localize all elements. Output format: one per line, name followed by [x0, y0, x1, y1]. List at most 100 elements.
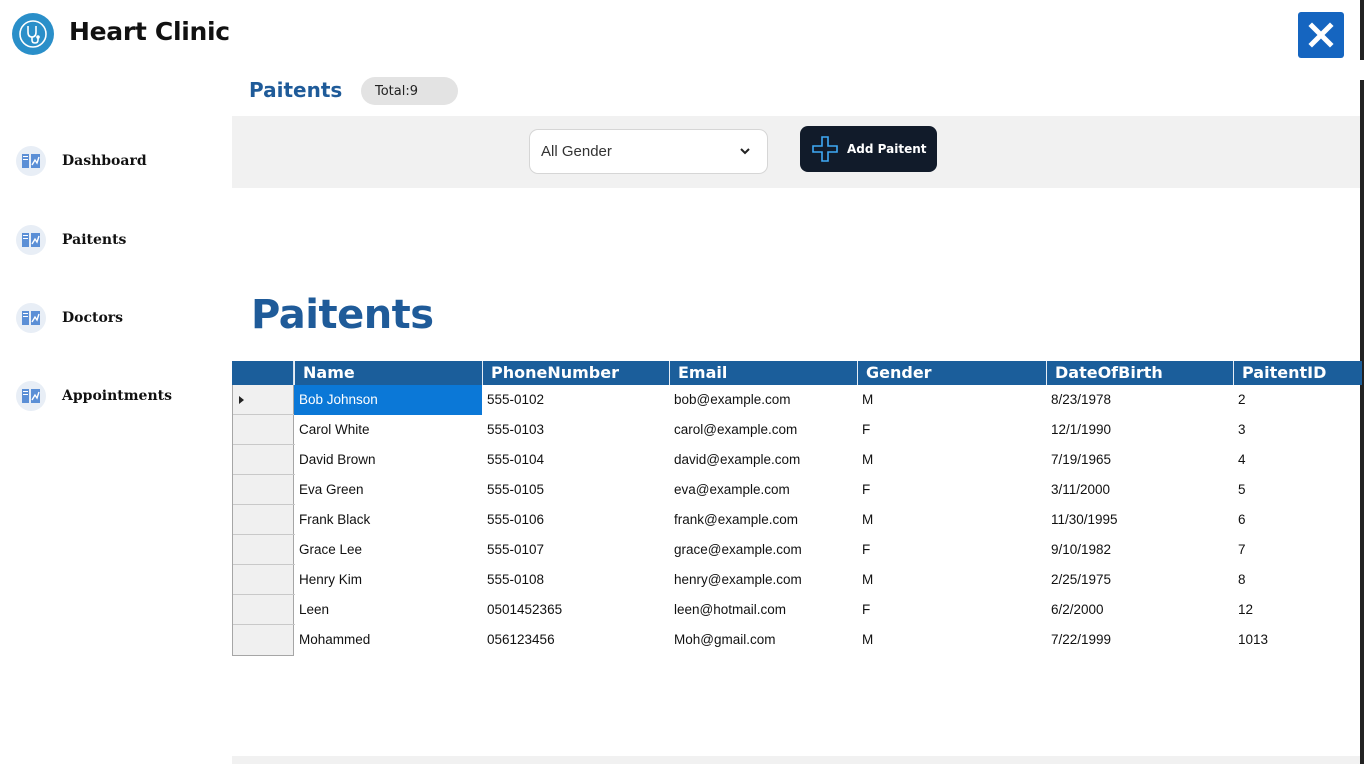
close-button[interactable] — [1298, 12, 1344, 58]
row-header[interactable] — [233, 535, 295, 565]
cell-dob[interactable]: 3/11/2000 — [1046, 475, 1233, 505]
sidebar-item-appointments[interactable]: Appointments — [16, 381, 172, 411]
cell-phone[interactable]: 056123456 — [482, 625, 669, 655]
row-header[interactable] — [233, 595, 295, 625]
cell-id[interactable]: 1013 — [1233, 625, 1362, 655]
app-logo — [12, 13, 54, 55]
cell-id[interactable]: 4 — [1233, 445, 1362, 475]
cell-phone[interactable]: 555-0108 — [482, 565, 669, 595]
cell-dob[interactable]: 11/30/1995 — [1046, 505, 1233, 535]
report-icon — [16, 225, 46, 255]
bottom-bar — [232, 756, 1360, 764]
row-header[interactable] — [233, 625, 295, 655]
cell-email[interactable]: Moh@gmail.com — [669, 625, 857, 655]
cell-phone[interactable]: 555-0102 — [482, 385, 669, 415]
gender-filter-select[interactable]: All Gender — [529, 129, 768, 174]
cell-name[interactable]: Mohammed — [294, 625, 482, 655]
column-header-phonenumber[interactable]: PhoneNumber — [482, 361, 669, 385]
cell-name[interactable]: Henry Kim — [294, 565, 482, 595]
cell-name[interactable]: Leen — [294, 595, 482, 625]
table-row[interactable]: Frank Black 555-0106 frank@example.com M… — [294, 505, 1362, 535]
cell-gender[interactable]: F — [857, 475, 1046, 505]
cell-phone[interactable]: 555-0104 — [482, 445, 669, 475]
row-header[interactable] — [233, 415, 295, 445]
table-row[interactable]: Bob Johnson 555-0102 bob@example.com M 8… — [294, 385, 1362, 415]
cell-email[interactable]: carol@example.com — [669, 415, 857, 445]
cell-gender[interactable]: M — [857, 625, 1046, 655]
row-header[interactable] — [233, 385, 295, 415]
sidebar-item-dashboard[interactable]: Dashboard — [16, 146, 147, 176]
cell-dob[interactable]: 7/19/1965 — [1046, 445, 1233, 475]
table-row[interactable]: Henry Kim 555-0108 henry@example.com M 2… — [294, 565, 1362, 595]
cell-id[interactable]: 5 — [1233, 475, 1362, 505]
cell-email[interactable]: david@example.com — [669, 445, 857, 475]
table-row[interactable]: Carol White 555-0103 carol@example.com F… — [294, 415, 1362, 445]
sidebar-item-label: Appointments — [62, 388, 172, 404]
total-badge: Total:9 — [361, 77, 458, 105]
column-header-dateofbirth[interactable]: DateOfBirth — [1046, 361, 1233, 385]
cell-dob[interactable]: 7/22/1999 — [1046, 625, 1233, 655]
current-row-arrow-icon — [239, 396, 244, 404]
table-row[interactable]: Eva Green 555-0105 eva@example.com F 3/1… — [294, 475, 1362, 505]
cell-gender[interactable]: M — [857, 505, 1046, 535]
row-header[interactable] — [233, 505, 295, 535]
row-header[interactable] — [233, 475, 295, 505]
sidebar-item-paitents[interactable]: Paitents — [16, 225, 126, 255]
table-row[interactable]: Mohammed 056123456 Moh@gmail.com M 7/22/… — [294, 625, 1362, 655]
cell-email[interactable]: grace@example.com — [669, 535, 857, 565]
row-header[interactable] — [233, 445, 295, 475]
cell-email[interactable]: frank@example.com — [669, 505, 857, 535]
cell-id[interactable]: 12 — [1233, 595, 1362, 625]
sidebar-item-doctors[interactable]: Doctors — [16, 303, 123, 333]
sidebar-item-label: Doctors — [62, 310, 124, 326]
sidebar-item-label: Dashboard — [62, 153, 147, 169]
cell-email[interactable]: bob@example.com — [669, 385, 857, 415]
cell-id[interactable]: 8 — [1233, 565, 1362, 595]
cell-gender[interactable]: M — [857, 385, 1046, 415]
gender-filter-value: All Gender — [541, 143, 612, 160]
cell-dob[interactable]: 6/2/2000 — [1046, 595, 1233, 625]
cell-dob[interactable]: 8/23/1978 — [1046, 385, 1233, 415]
column-header-name[interactable]: Name — [294, 361, 482, 385]
section-title: Paitents — [249, 78, 343, 102]
cell-dob[interactable]: 2/25/1975 — [1046, 565, 1233, 595]
cell-gender[interactable]: F — [857, 535, 1046, 565]
cell-name[interactable]: David Brown — [294, 445, 482, 475]
cell-dob[interactable]: 12/1/1990 — [1046, 415, 1233, 445]
cell-id[interactable]: 7 — [1233, 535, 1362, 565]
cell-phone[interactable]: 555-0106 — [482, 505, 669, 535]
cell-name[interactable]: Frank Black — [294, 505, 482, 535]
row-header[interactable] — [233, 565, 295, 595]
cell-id[interactable]: 6 — [1233, 505, 1362, 535]
cell-gender[interactable]: F — [857, 415, 1046, 445]
cell-gender[interactable]: F — [857, 595, 1046, 625]
add-paitent-button[interactable]: Add Paitent — [800, 126, 937, 172]
table-row[interactable]: Leen 0501452365 leen@hotmail.com F 6/2/2… — [294, 595, 1362, 625]
cell-gender[interactable]: M — [857, 445, 1046, 475]
report-icon — [16, 381, 46, 411]
cell-id[interactable]: 2 — [1233, 385, 1362, 415]
cell-name[interactable]: Grace Lee — [294, 535, 482, 565]
cell-phone[interactable]: 0501452365 — [482, 595, 669, 625]
column-header-gender[interactable]: Gender — [857, 361, 1046, 385]
cell-gender[interactable]: M — [857, 565, 1046, 595]
cell-name[interactable]: Eva Green — [294, 475, 482, 505]
table-row[interactable]: David Brown 555-0104 david@example.com M… — [294, 445, 1362, 475]
column-header-paitentid[interactable]: PaitentID — [1233, 361, 1362, 385]
patients-table: Name PhoneNumber Email Gender DateOfBirt… — [232, 361, 1362, 656]
column-header-email[interactable]: Email — [669, 361, 857, 385]
cell-id[interactable]: 3 — [1233, 415, 1362, 445]
cell-name[interactable]: Bob Johnson — [294, 385, 482, 415]
cell-dob[interactable]: 9/10/1982 — [1046, 535, 1233, 565]
row-header-column — [232, 385, 295, 656]
cell-phone[interactable]: 555-0103 — [482, 415, 669, 445]
stethoscope-icon — [19, 20, 47, 48]
cell-email[interactable]: henry@example.com — [669, 565, 857, 595]
cell-phone[interactable]: 555-0107 — [482, 535, 669, 565]
cell-phone[interactable]: 555-0105 — [482, 475, 669, 505]
table-row[interactable]: Grace Lee 555-0107 grace@example.com F 9… — [294, 535, 1362, 565]
cell-email[interactable]: leen@hotmail.com — [669, 595, 857, 625]
plus-icon — [812, 136, 838, 162]
cell-name[interactable]: Carol White — [294, 415, 482, 445]
cell-email[interactable]: eva@example.com — [669, 475, 857, 505]
